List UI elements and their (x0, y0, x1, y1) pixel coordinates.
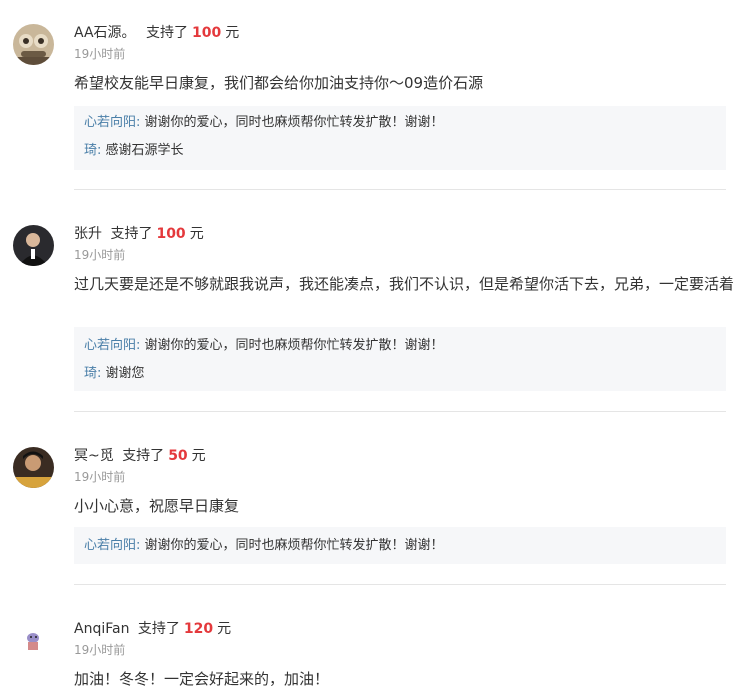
username[interactable]: AnqiFan (74, 621, 129, 637)
supported-label: 支持了 (122, 448, 165, 464)
reply-author[interactable]: 心若向阳: (84, 115, 140, 130)
reply-list: 心若向阳: 谢谢你的爱心，同时也麻烦帮你忙转发扩散！谢谢！ (74, 527, 726, 564)
reply-author[interactable]: 心若向阳: (84, 538, 140, 553)
unit-label: 元 (189, 226, 204, 242)
username[interactable]: 冥~觅 (74, 448, 114, 464)
comment-message: 希望校友能早日康复，我们都会给你加油支持你～09造价石源 (74, 74, 484, 92)
reply-text: 谢谢你的爱心，同时也麻烦帮你忙转发扩散！谢谢！ (144, 115, 444, 130)
comment-header: AA石源。 支持了 100 元 (74, 24, 239, 42)
username[interactable]: 张升 (74, 226, 102, 242)
divider (74, 584, 726, 585)
amount: 100 (156, 226, 186, 242)
supported-label: 支持了 (110, 226, 153, 242)
comment-message: 加油！冬冬！一定会好起来的，加油！ (74, 670, 330, 688)
reply-author[interactable]: 琦: (84, 366, 101, 381)
reply-item: 心若向阳: 谢谢你的爱心，同时也麻烦帮你忙转发扩散！谢谢！ (84, 337, 444, 355)
supported-label: 支持了 (146, 25, 188, 41)
timestamp: 19小时前 (74, 470, 126, 484)
reply-text: 谢谢你的爱心，同时也麻烦帮你忙转发扩散！谢谢！ (144, 538, 444, 553)
reply-text: 感谢石源学长 (105, 143, 184, 158)
comment-message: 小小心意，祝愿早日康复 (74, 497, 240, 515)
reply-item: 心若向阳: 谢谢你的爱心，同时也麻烦帮你忙转发扩散！谢谢！ (84, 537, 444, 555)
timestamp: 19小时前 (74, 643, 126, 657)
reply-author[interactable]: 琦: (84, 143, 101, 158)
avatar[interactable] (13, 225, 54, 266)
amount: 120 (183, 621, 214, 637)
avatar[interactable] (13, 620, 54, 661)
avatar[interactable] (13, 24, 54, 65)
amount: 50 (168, 448, 188, 464)
divider (74, 411, 726, 412)
reply-list: 心若向阳: 谢谢你的爱心，同时也麻烦帮你忙转发扩散！谢谢！ 琦: 感谢石源学长 (74, 106, 726, 170)
timestamp: 19小时前 (74, 47, 126, 61)
timestamp: 19小时前 (74, 248, 126, 262)
amount: 100 (192, 25, 222, 41)
divider (74, 189, 726, 190)
reply-list: 心若向阳: 谢谢你的爱心，同时也麻烦帮你忙转发扩散！谢谢！ 琦: 谢谢您 (74, 327, 726, 391)
reply-author[interactable]: 心若向阳: (84, 338, 140, 353)
username[interactable]: AA石源。 (74, 25, 136, 41)
unit-label: 元 (191, 448, 206, 464)
comment-header: 冥~觅 支持了 50 元 (74, 447, 206, 465)
comment-message: 过几天要是还是不够就跟我说声，我还能凑点，我们不认识，但是希望你活下去，兄弟，一… (74, 275, 735, 293)
reply-text: 谢谢你的爱心，同时也麻烦帮你忙转发扩散！谢谢！ (144, 338, 444, 353)
comment-header: AnqiFan 支持了 120 元 (74, 620, 231, 638)
reply-text: 谢谢您 (105, 366, 145, 381)
avatar[interactable] (13, 447, 54, 488)
reply-item: 心若向阳: 谢谢你的爱心，同时也麻烦帮你忙转发扩散！谢谢！ (84, 114, 444, 132)
supported-label: 支持了 (137, 621, 180, 637)
unit-label: 元 (217, 621, 232, 637)
unit-label: 元 (225, 25, 240, 41)
reply-item: 琦: 感谢石源学长 (84, 142, 184, 160)
reply-item: 琦: 谢谢您 (84, 365, 145, 383)
comment-header: 张升 支持了 100 元 (74, 225, 204, 243)
